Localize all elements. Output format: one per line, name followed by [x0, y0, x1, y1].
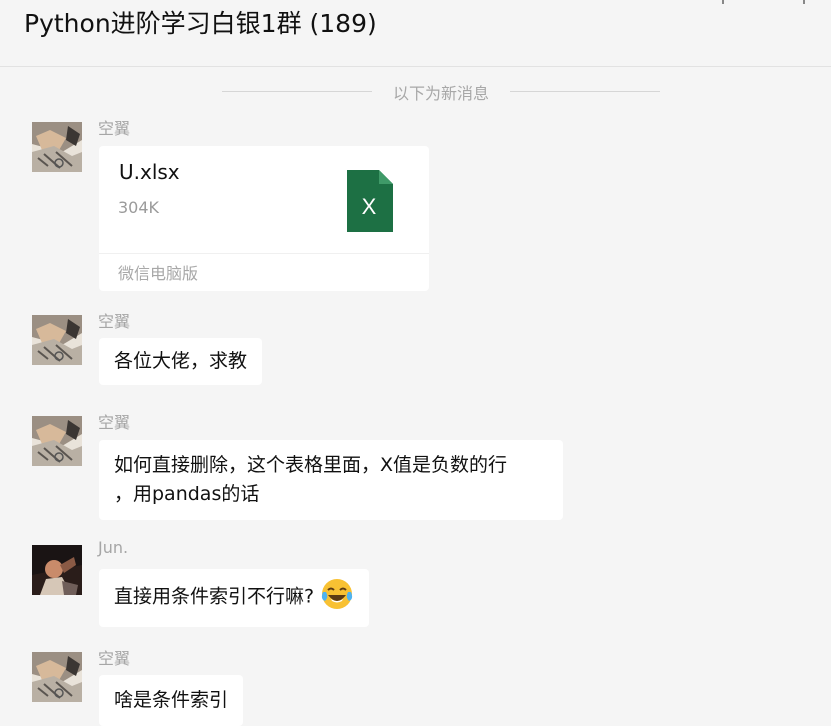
message-text-line: ，用pandas的话 [114, 483, 260, 505]
file-size: 304K [118, 198, 160, 217]
chat-header: Python进阶学习白银1群 (189) [0, 0, 831, 67]
message-text-block: 直接用条件索引不行嘛? [99, 569, 369, 627]
avatar[interactable] [32, 652, 82, 702]
tears-of-joy-emoji [320, 577, 354, 611]
sender-name: 空翼 [98, 119, 131, 138]
message-text-block: 如何直接删除，这个表格里面，X值是负数的行 ，用pandas的话 [99, 440, 563, 520]
message-bubble[interactable]: 如何直接删除，这个表格里面，X值是负数的行 ，用pandas的话 [99, 440, 563, 520]
excel-file-icon: X [347, 170, 393, 232]
sender-name: 空翼 [98, 312, 131, 331]
file-message-card[interactable]: U.xlsx 304K X 微信电脑版 [99, 146, 429, 291]
more-icon[interactable] [722, 0, 724, 4]
sender-name: 空翼 [98, 413, 131, 432]
file-name: U.xlsx [119, 160, 180, 184]
file-card-separator [99, 253, 429, 254]
message-text-line: 如何直接删除，这个表格里面，X值是负数的行 [114, 454, 508, 476]
new-messages-divider: 以下为新消息 [222, 78, 660, 104]
file-source-label: 微信电脑版 [118, 264, 199, 283]
message-bubble[interactable]: 啥是条件索引 [99, 675, 244, 726]
svg-text:X: X [362, 194, 377, 219]
message-bubble[interactable]: 各位大佬，求教 [99, 338, 263, 385]
avatar-jun[interactable] [32, 545, 82, 595]
chat-title[interactable]: Python进阶学习白银1群 (189) [24, 4, 377, 40]
sender-name: Jun. [98, 538, 129, 557]
message-text: 各位大佬，求教 [114, 350, 248, 372]
sender-name: 空翼 [98, 649, 131, 668]
divider-line-right [510, 91, 660, 92]
avatar[interactable] [32, 315, 82, 365]
avatar[interactable] [32, 122, 82, 172]
avatar[interactable] [32, 416, 82, 466]
message-text: 啥是条件索引 [114, 689, 229, 711]
window-control-icon[interactable] [803, 0, 805, 4]
message-bubble[interactable]: 直接用条件索引不行嘛? [99, 569, 370, 627]
new-messages-label: 以下为新消息 [392, 84, 489, 103]
message-text: 直接用条件索引不行嘛? [114, 585, 315, 608]
